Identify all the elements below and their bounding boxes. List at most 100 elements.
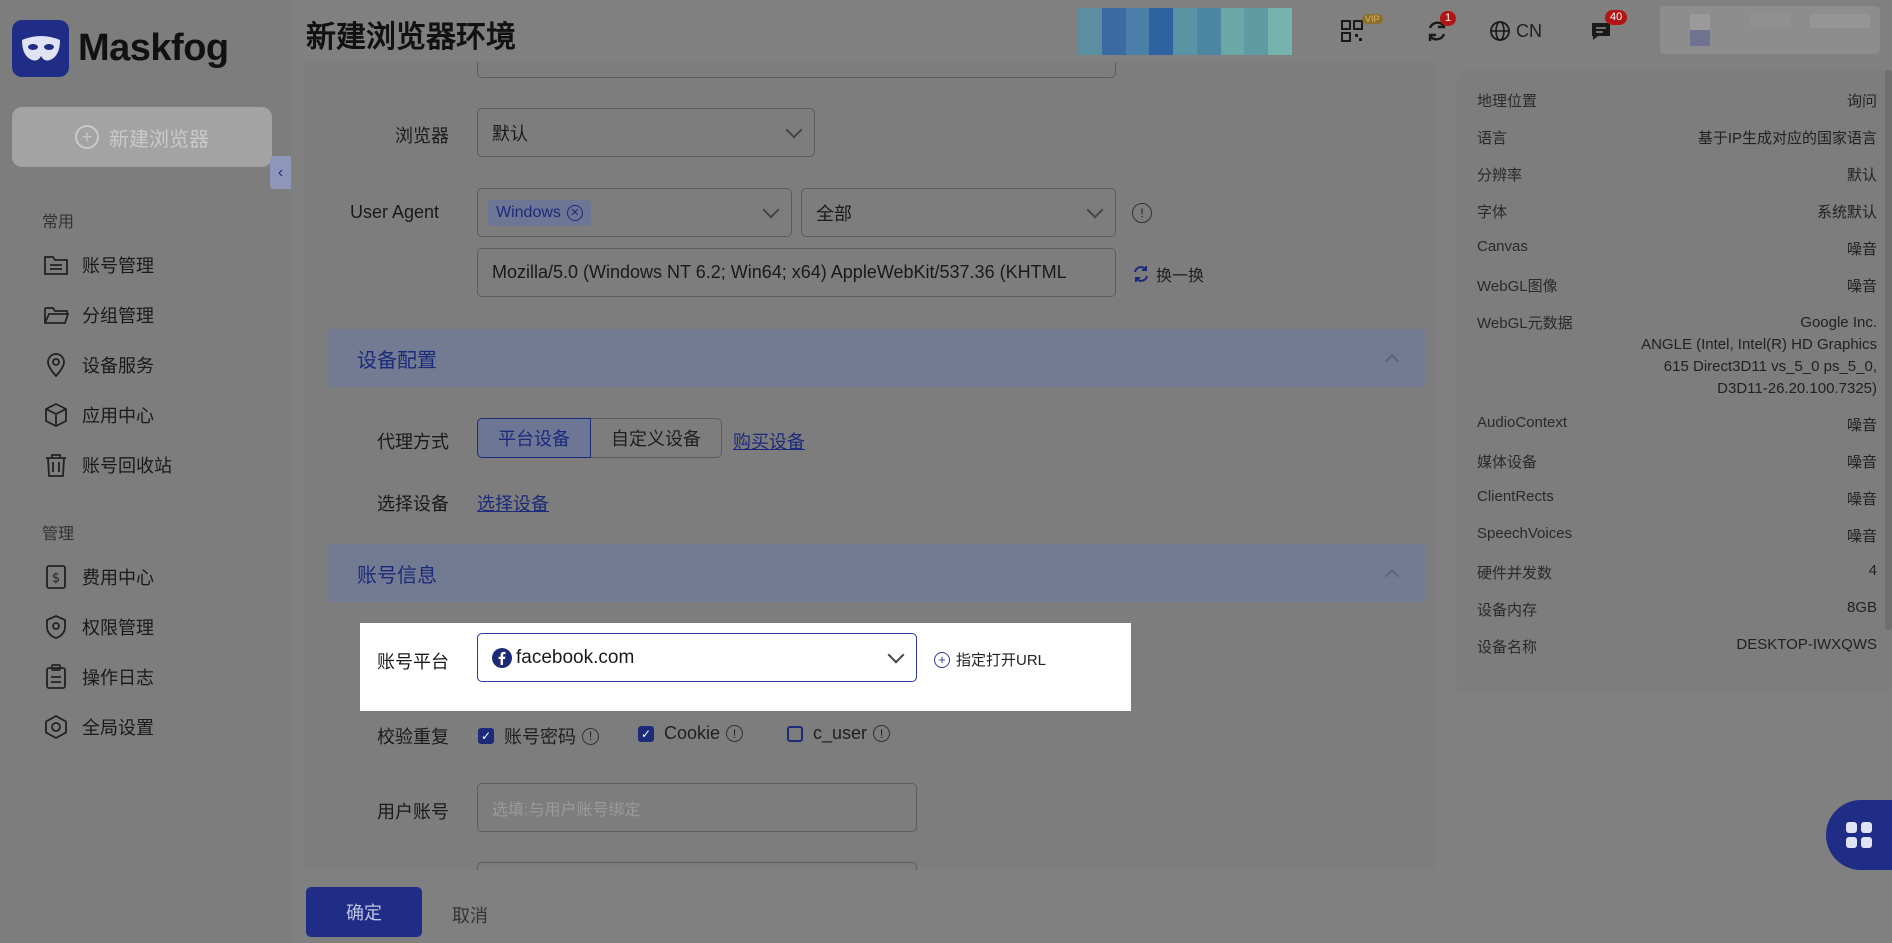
- sidebar-item-billing[interactable]: $ 费用中心: [42, 562, 154, 592]
- apps-float-button[interactable]: [1826, 800, 1892, 870]
- fp-key: 字体: [1477, 204, 1508, 221]
- info-icon[interactable]: !: [582, 727, 599, 745]
- qr-vip-icon[interactable]: VIP: [1340, 14, 1383, 46]
- language-switch[interactable]: CN: [1489, 16, 1542, 46]
- info-icon[interactable]: !: [726, 725, 744, 742]
- user-account-input[interactable]: 选填:与用户账号绑定: [477, 783, 917, 832]
- select-device-label: 选择设备: [377, 494, 449, 514]
- platform-value: facebook.com: [516, 646, 635, 668]
- logo[interactable]: Maskfog: [12, 20, 229, 77]
- page-title: 新建浏览器环境: [306, 21, 516, 54]
- ua-scope-select[interactable]: 全部: [801, 188, 1116, 237]
- fp-key: WebGL图像: [1477, 278, 1558, 295]
- fp-value: D3D11-26.20.100.7325): [1717, 380, 1877, 397]
- proxy-segmented: 平台设备 自定义设备: [477, 418, 722, 458]
- section-common-label: 常用: [42, 214, 75, 231]
- info-icon[interactable]: !: [873, 725, 891, 742]
- message-icon[interactable]: 40: [1589, 10, 1628, 46]
- dollar-doc-icon: $: [46, 565, 66, 589]
- buy-device-link[interactable]: 购买设备: [733, 428, 805, 454]
- new-browser-button[interactable]: + 新建浏览器: [12, 107, 272, 167]
- folder-open-icon: [44, 307, 70, 324]
- sidebar-item-device-service[interactable]: 设备服务: [42, 350, 154, 380]
- dedupe-label: 校验重复: [377, 727, 449, 747]
- sidebar-item-recycle-bin[interactable]: 账号回收站: [42, 450, 172, 480]
- ua-os-select[interactable]: Windows ✕: [477, 188, 792, 237]
- info-icon[interactable]: !: [1132, 203, 1152, 223]
- platform-select[interactable]: facebook.com: [477, 633, 917, 682]
- user-profile-blurred[interactable]: [1660, 6, 1880, 54]
- open-url-button[interactable]: + 指定打开URL: [934, 649, 1046, 670]
- sidebar-item-label: 费用中心: [82, 568, 154, 588]
- platform-label: 账号平台: [377, 652, 449, 672]
- os-tag[interactable]: Windows ✕: [488, 199, 591, 226]
- chevron-down-icon: [1086, 201, 1104, 218]
- sidebar-item-label: 账号回收站: [82, 456, 172, 476]
- cube-icon: [45, 402, 67, 428]
- checkbox-checked-icon[interactable]: ✓: [638, 725, 654, 742]
- account-info-section[interactable]: 账号信息: [327, 544, 1425, 602]
- fp-value: 默认: [1846, 167, 1877, 184]
- fp-value: 基于IP生成对应的国家语言: [1697, 130, 1877, 147]
- sidebar-item-app-center[interactable]: 应用中心: [42, 400, 154, 430]
- close-icon[interactable]: ✕: [566, 204, 583, 221]
- cancel-button[interactable]: 取消: [452, 902, 488, 928]
- fp-key: SpeechVoices: [1477, 525, 1573, 542]
- sync-icon[interactable]: 1: [1424, 11, 1457, 46]
- fp-row: 媒体设备 噪音: [1477, 451, 1877, 472]
- new-browser-label: 新建浏览器: [109, 128, 209, 151]
- location-pin-icon: [47, 353, 65, 378]
- fp-value: 噪音: [1846, 241, 1877, 258]
- proxy-label: 代理方式: [377, 432, 449, 452]
- dedupe-option-password[interactable]: ✓ 账号密码 !: [478, 723, 599, 749]
- collapse-sidebar-icon[interactable]: ‹: [270, 156, 291, 189]
- fp-value: 噪音: [1846, 417, 1877, 434]
- globe-icon: [1490, 21, 1510, 41]
- confirm-button[interactable]: 确定: [306, 887, 422, 937]
- chevron-down-icon: [887, 646, 905, 663]
- sidebar-item-group-manage[interactable]: 分组管理: [42, 300, 154, 330]
- sidebar-item-label: 设备服务: [82, 356, 154, 376]
- dedupe-option-cuser[interactable]: c_user !: [787, 723, 891, 744]
- cut-off-field[interactable]: [477, 62, 1116, 78]
- fp-value: 噪音: [1846, 278, 1877, 295]
- sidebar-item-global-settings[interactable]: 全局设置: [42, 712, 154, 742]
- browser-value: 默认: [492, 123, 528, 144]
- select-device-link[interactable]: 选择设备: [477, 490, 549, 516]
- sidebar-item-account-manage[interactable]: 账号管理: [42, 250, 154, 280]
- proxy-option-platform[interactable]: 平台设备: [477, 418, 591, 458]
- sidebar-item-operation-log[interactable]: 操作日志: [42, 662, 154, 692]
- fp-key: 地理位置: [1477, 93, 1538, 110]
- sidebar-item-permissions[interactable]: 权限管理: [42, 612, 154, 642]
- browser-label: 浏览器: [395, 126, 449, 146]
- checkbox-checked-icon[interactable]: ✓: [478, 728, 494, 744]
- user-account-placeholder: 选填:与用户账号绑定: [492, 801, 641, 819]
- browser-select[interactable]: 默认: [477, 108, 815, 157]
- fp-value: 615 Direct3D11 vs_5_0 ps_5_0,: [1663, 358, 1877, 375]
- fp-value: 4: [1868, 562, 1877, 579]
- scrollbar[interactable]: [1885, 70, 1892, 630]
- device-config-section[interactable]: 设备配置: [327, 329, 1425, 387]
- sidebar-item-label: 账号管理: [82, 256, 154, 276]
- fp-value: 噪音: [1846, 491, 1877, 508]
- facebook-icon: [492, 647, 512, 668]
- fp-key: 设备名称: [1477, 639, 1538, 656]
- svg-text:$: $: [52, 571, 60, 586]
- fp-row: 地理位置 询问: [1477, 90, 1877, 111]
- ua-refresh-button[interactable]: 换一换: [1132, 262, 1204, 286]
- ua-string-input[interactable]: Mozilla/5.0 (Windows NT 6.2; Win64; x64)…: [477, 248, 1116, 297]
- trash-icon: [46, 454, 66, 477]
- cut-off-field[interactable]: [477, 862, 917, 870]
- section-title: 设备配置: [357, 349, 437, 372]
- fp-value: DESKTOP-IWXQWS: [1736, 636, 1877, 653]
- fp-value: ANGLE (Intel, Intel(R) HD Graphics: [1641, 336, 1877, 353]
- app-name: Maskfog: [78, 27, 229, 69]
- checkbox-unchecked-icon[interactable]: [787, 725, 803, 742]
- section-title: 账号信息: [357, 564, 437, 587]
- dedupe-option-cookie[interactable]: ✓ Cookie !: [638, 723, 744, 744]
- plus-icon: +: [75, 125, 99, 149]
- proxy-option-custom[interactable]: 自定义设备: [591, 418, 722, 458]
- fp-row: AudioContext 噪音: [1477, 414, 1877, 435]
- fp-key: Canvas: [1477, 238, 1528, 255]
- folder-list-icon: [44, 256, 68, 275]
